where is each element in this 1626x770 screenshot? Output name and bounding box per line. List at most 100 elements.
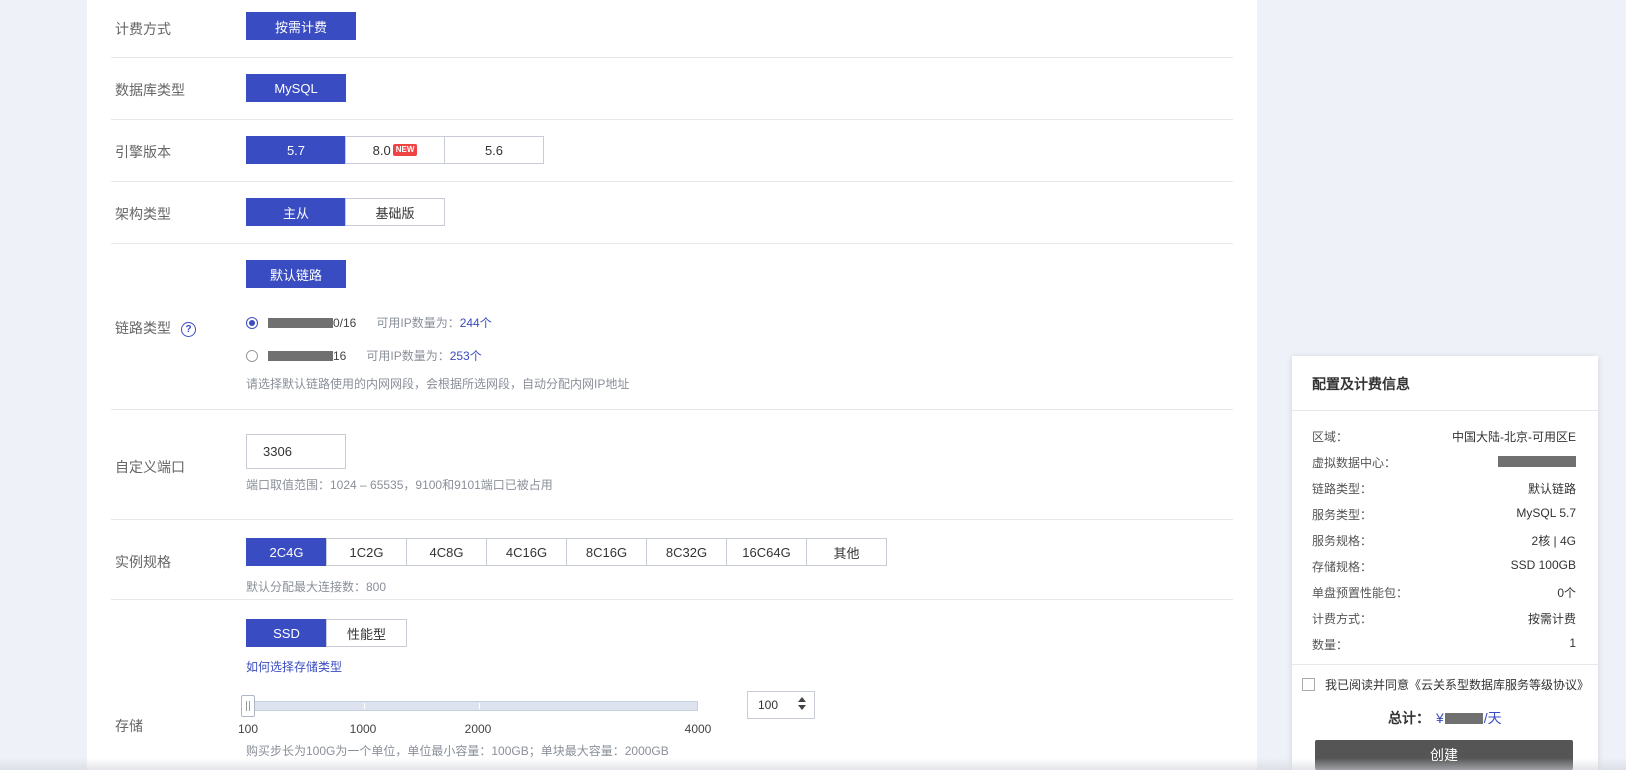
- ip-count-label-1: 可用IP数量为：: [376, 316, 460, 330]
- agreement[interactable]: 我已阅读并同意《云关系型数据库服务等级协议》: [1302, 676, 1589, 693]
- summary-row-region: 区域： 中国大陆-北京-可用区E: [1312, 428, 1576, 445]
- summary-row-billing: 计费方式： 按需计费: [1312, 610, 1576, 627]
- per-day: /天: [1483, 710, 1502, 726]
- subnet-option-2[interactable]: 16 可用IP数量为： 253个: [246, 347, 482, 364]
- arch-label: 架构类型: [115, 206, 171, 222]
- summary-key: 虚拟数据中心：: [1312, 456, 1397, 470]
- total: 总计： ¥ /天: [1388, 708, 1502, 728]
- spec-option-8c32g[interactable]: 8C32G: [646, 538, 727, 566]
- storage-row: 存储 SSD 性能型 如何选择存储类型 100 1000 2000 4000 1…: [111, 600, 1233, 770]
- new-badge: NEW: [392, 144, 418, 156]
- ip-count-1: 244个: [459, 316, 492, 330]
- engine-row: 引擎版本 5.7 8.0 NEW 5.6: [111, 120, 1233, 182]
- summary-val: 2核 | 4G: [1531, 534, 1576, 548]
- summary-val: SSD 100GB: [1510, 558, 1576, 572]
- arch-option-master-slave[interactable]: 主从: [246, 198, 346, 226]
- summary-title: 配置及计费信息: [1312, 376, 1410, 392]
- engine-option-8-0-label: 8.0: [372, 142, 391, 158]
- storage-slider[interactable]: [248, 701, 698, 711]
- bottom-edge-shadow: [0, 758, 1626, 770]
- engine-option-5-6[interactable]: 5.6: [444, 136, 544, 164]
- db-type-option-mysql[interactable]: MySQL: [246, 74, 346, 102]
- subnet-suffix-1: 0/16: [333, 315, 357, 330]
- billing-row: 计费方式 按需计费: [111, 0, 1233, 58]
- spec-option-4c16g[interactable]: 4C16G: [486, 538, 567, 566]
- ip-count-label-2: 可用IP数量为：: [366, 349, 450, 363]
- storage-option-ssd[interactable]: SSD: [246, 619, 327, 647]
- summary-key: 服务类型：: [1312, 508, 1373, 522]
- db-type-row: 数据库类型 MySQL: [111, 58, 1233, 120]
- port-input[interactable]: [246, 434, 346, 469]
- summary-row-service-spec: 服务规格： 2核 | 4G: [1312, 532, 1576, 549]
- spec-option-8c16g[interactable]: 8C16G: [566, 538, 647, 566]
- agreement-checkbox[interactable]: [1302, 678, 1315, 691]
- spec-option-16c64g[interactable]: 16C64G: [726, 538, 807, 566]
- slider-scale-label: 4000: [684, 722, 712, 736]
- arch-row: 架构类型 主从 基础版: [111, 182, 1233, 244]
- billing-label: 计费方式: [115, 21, 171, 37]
- total-price: ¥ /天: [1436, 708, 1502, 728]
- spec-option-2c4g[interactable]: 2C4G: [246, 538, 327, 566]
- subnet-radio-1[interactable]: [246, 316, 258, 329]
- question-icon[interactable]: ?: [181, 322, 196, 337]
- storage-slider-handle[interactable]: [241, 695, 255, 717]
- port-label: 自定义端口: [115, 459, 185, 475]
- arch-option-basic[interactable]: 基础版: [345, 198, 445, 226]
- spec-option-4c8g[interactable]: 4C8G: [406, 538, 487, 566]
- engine-option-5-7[interactable]: 5.7: [246, 136, 346, 164]
- link-hint: 请选择默认链路使用的内网网段，会根据所选网段，自动分配内网IP地址: [246, 377, 630, 391]
- spec-option-1c2g[interactable]: 1C2G: [326, 538, 407, 566]
- spec-label: 实例规格: [115, 554, 171, 570]
- engine-option-8-0[interactable]: 8.0 NEW: [345, 136, 445, 164]
- stepper-down-icon[interactable]: [798, 705, 806, 710]
- link-option-default[interactable]: 默认链路: [246, 260, 346, 288]
- subnet-radio-2[interactable]: [246, 349, 258, 362]
- storage-stepper[interactable]: 100: [747, 691, 815, 719]
- summary-key: 链路类型：: [1312, 482, 1373, 496]
- summary-row-link: 链路类型： 默认链路: [1312, 480, 1576, 497]
- subnet-option-1[interactable]: 0/16 可用IP数量为： 244个: [246, 314, 492, 331]
- divider: [1292, 664, 1598, 665]
- billing-option-ondemand[interactable]: 按需计费: [246, 12, 356, 40]
- summary-val: 按需计费: [1527, 612, 1576, 626]
- summary-val: 默认链路: [1527, 482, 1576, 496]
- engine-label: 引擎版本: [115, 144, 171, 160]
- link-label-text: 链路类型: [115, 320, 171, 336]
- summary-val: MySQL 5.7: [1516, 506, 1576, 520]
- storage-label: 存储: [115, 718, 143, 734]
- link-row: 链路类型? 默认链路 0/16 可用IP数量为： 244个 16 可用IP数量为…: [111, 244, 1233, 410]
- summary-card: 配置及计费信息 区域： 中国大陆-北京-可用区E 虚拟数据中心： 链路类型： 默…: [1292, 356, 1598, 770]
- currency-symbol: ¥: [1436, 710, 1444, 726]
- slider-scale-label: 1000: [349, 722, 377, 736]
- summary-val: 中国大陆-北京-可用区E: [1452, 430, 1576, 444]
- redacted-price: [1444, 712, 1483, 724]
- storage-option-performance[interactable]: 性能型: [326, 619, 407, 647]
- port-row: 自定义端口 端口取值范围：1024 – 65535，9100和9101端口已被占…: [111, 410, 1233, 520]
- spec-row: 实例规格 2C4G 1C2G 4C8G 4C16G 8C16G 8C32G 16…: [111, 520, 1233, 600]
- spec-hint: 默认分配最大连接数：800: [246, 580, 387, 594]
- ip-count-2: 253个: [449, 349, 482, 363]
- redacted-value: [1498, 456, 1576, 467]
- slider-scale-label: 2000: [464, 722, 492, 736]
- spec-option-other[interactable]: 其他: [806, 538, 887, 566]
- link-label: 链路类型?: [115, 318, 196, 338]
- summary-key: 数量：: [1312, 638, 1349, 652]
- redacted-subnet: [268, 317, 333, 328]
- db-type-label: 数据库类型: [115, 82, 185, 98]
- summary-key: 存储规格：: [1312, 560, 1373, 574]
- storage-type-help-link[interactable]: 如何选择存储类型: [246, 658, 342, 675]
- agreement-text: 我已阅读并同意《云关系型数据库服务等级协议》: [1325, 678, 1590, 692]
- slider-scale-label: 100: [237, 722, 259, 736]
- divider: [1292, 410, 1598, 411]
- summary-key: 区域：: [1312, 430, 1349, 444]
- storage-hint: 购买步长为100G为一个单位，单位最小容量：100GB；单块最大容量：2000G…: [246, 744, 669, 758]
- summary-row-quantity: 数量： 1: [1312, 636, 1576, 653]
- summary-key: 单盘预置性能包：: [1312, 586, 1409, 600]
- summary-row-storage: 存储规格： SSD 100GB: [1312, 558, 1576, 575]
- summary-row-vdc: 虚拟数据中心：: [1312, 454, 1576, 471]
- port-hint: 端口取值范围：1024 – 65535，9100和9101端口已被占用: [246, 478, 553, 492]
- stepper-up-icon[interactable]: [798, 697, 806, 702]
- spec-options: 2C4G 1C2G 4C8G 4C16G 8C16G 8C32G 16C64G …: [246, 538, 887, 566]
- slider-tick: [364, 703, 365, 709]
- config-form: 计费方式 按需计费 数据库类型 MySQL 引擎版本 5.7 8.0 NEW 5…: [87, 0, 1257, 770]
